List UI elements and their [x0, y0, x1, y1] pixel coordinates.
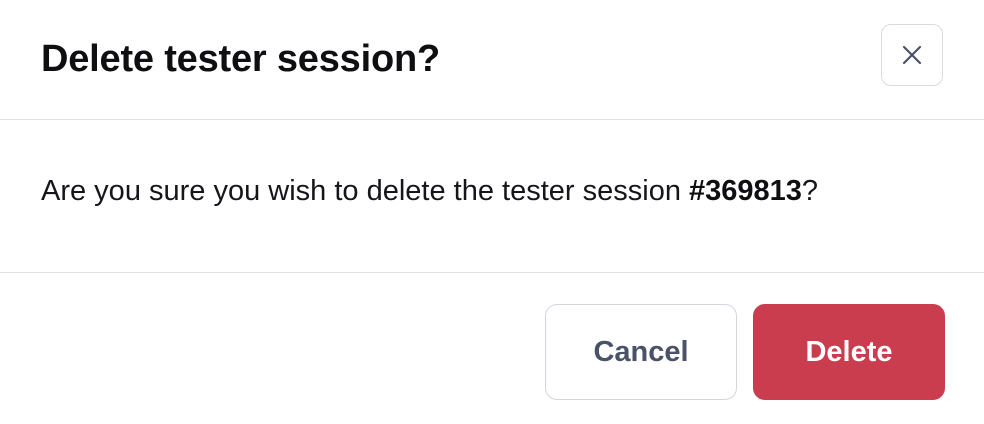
delete-session-dialog: Delete tester session? Are you sure you … [0, 0, 984, 424]
confirmation-message: Are you sure you wish to delete the test… [41, 169, 818, 213]
dialog-header: Delete tester session? [0, 0, 984, 120]
dialog-footer: Cancel Delete [0, 273, 984, 424]
message-prefix: Are you sure you wish to delete the test… [41, 175, 690, 207]
dialog-title: Delete tester session? [41, 38, 440, 80]
close-icon [901, 44, 923, 66]
message-suffix: ? [801, 175, 819, 207]
close-button[interactable] [881, 24, 943, 86]
delete-button[interactable]: Delete [753, 304, 945, 400]
dialog-body: Are you sure you wish to delete the test… [0, 120, 984, 273]
cancel-button[interactable]: Cancel [545, 304, 737, 400]
session-id: #369813 [689, 175, 802, 207]
